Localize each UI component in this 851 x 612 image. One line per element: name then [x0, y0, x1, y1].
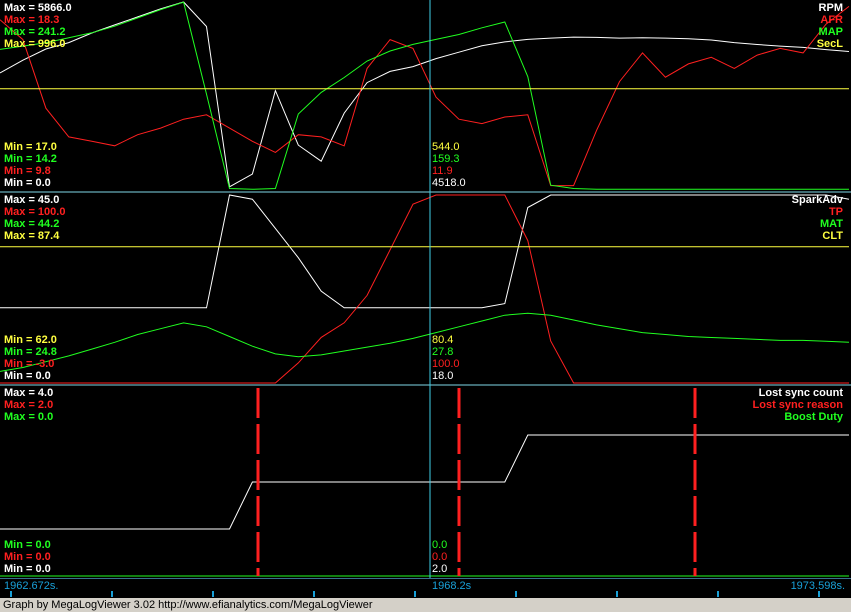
axis-tick	[414, 591, 416, 597]
axis-tick	[616, 591, 618, 597]
time-start-label: 1962.672s.	[4, 580, 59, 592]
series-line-lost-sync-count	[0, 434, 849, 530]
rpm-cursor-value: 4518.0	[432, 177, 466, 189]
series-line-map	[0, 1, 849, 190]
axis-tick	[515, 591, 517, 597]
series-line-mat	[0, 312, 850, 372]
time-axis[interactable]	[0, 578, 851, 599]
sparkadv-min: Min = 0.0	[4, 370, 51, 382]
lostsync-count-min: Min = 0.0	[4, 563, 51, 575]
clt-max: Max = 87.4	[4, 230, 60, 242]
time-cursor-label: 1968.2s	[432, 580, 472, 592]
legend-boost-duty: Boost Duty	[784, 411, 843, 423]
legend-clt: CLT	[822, 230, 843, 242]
axis-tick	[717, 591, 719, 597]
series-line-rpm	[0, 1, 850, 188]
secl-max: Max = 996.0	[4, 38, 66, 50]
series-line-sparkadv	[0, 194, 850, 309]
sparkadv-cursor-value: 18.0	[432, 370, 454, 382]
log-plot[interactable]	[0, 0, 851, 612]
axis-tick	[111, 591, 113, 597]
axis-tick	[313, 591, 315, 597]
series-line-tp	[0, 194, 849, 384]
time-end-label: 1973.598s.	[790, 580, 845, 592]
rpm-min: Min = 0.0	[4, 177, 51, 189]
legend-secl: SecL	[816, 38, 843, 50]
footer-credit[interactable]: Graph by MegaLogViewer 3.02 http://www.e…	[0, 598, 851, 612]
boost-duty-max: Max = 0.0	[4, 411, 54, 423]
axis-tick	[212, 591, 214, 597]
series-line-afr	[0, 6, 850, 187]
lostsync-count-cursor-value: 2.0	[432, 563, 448, 575]
